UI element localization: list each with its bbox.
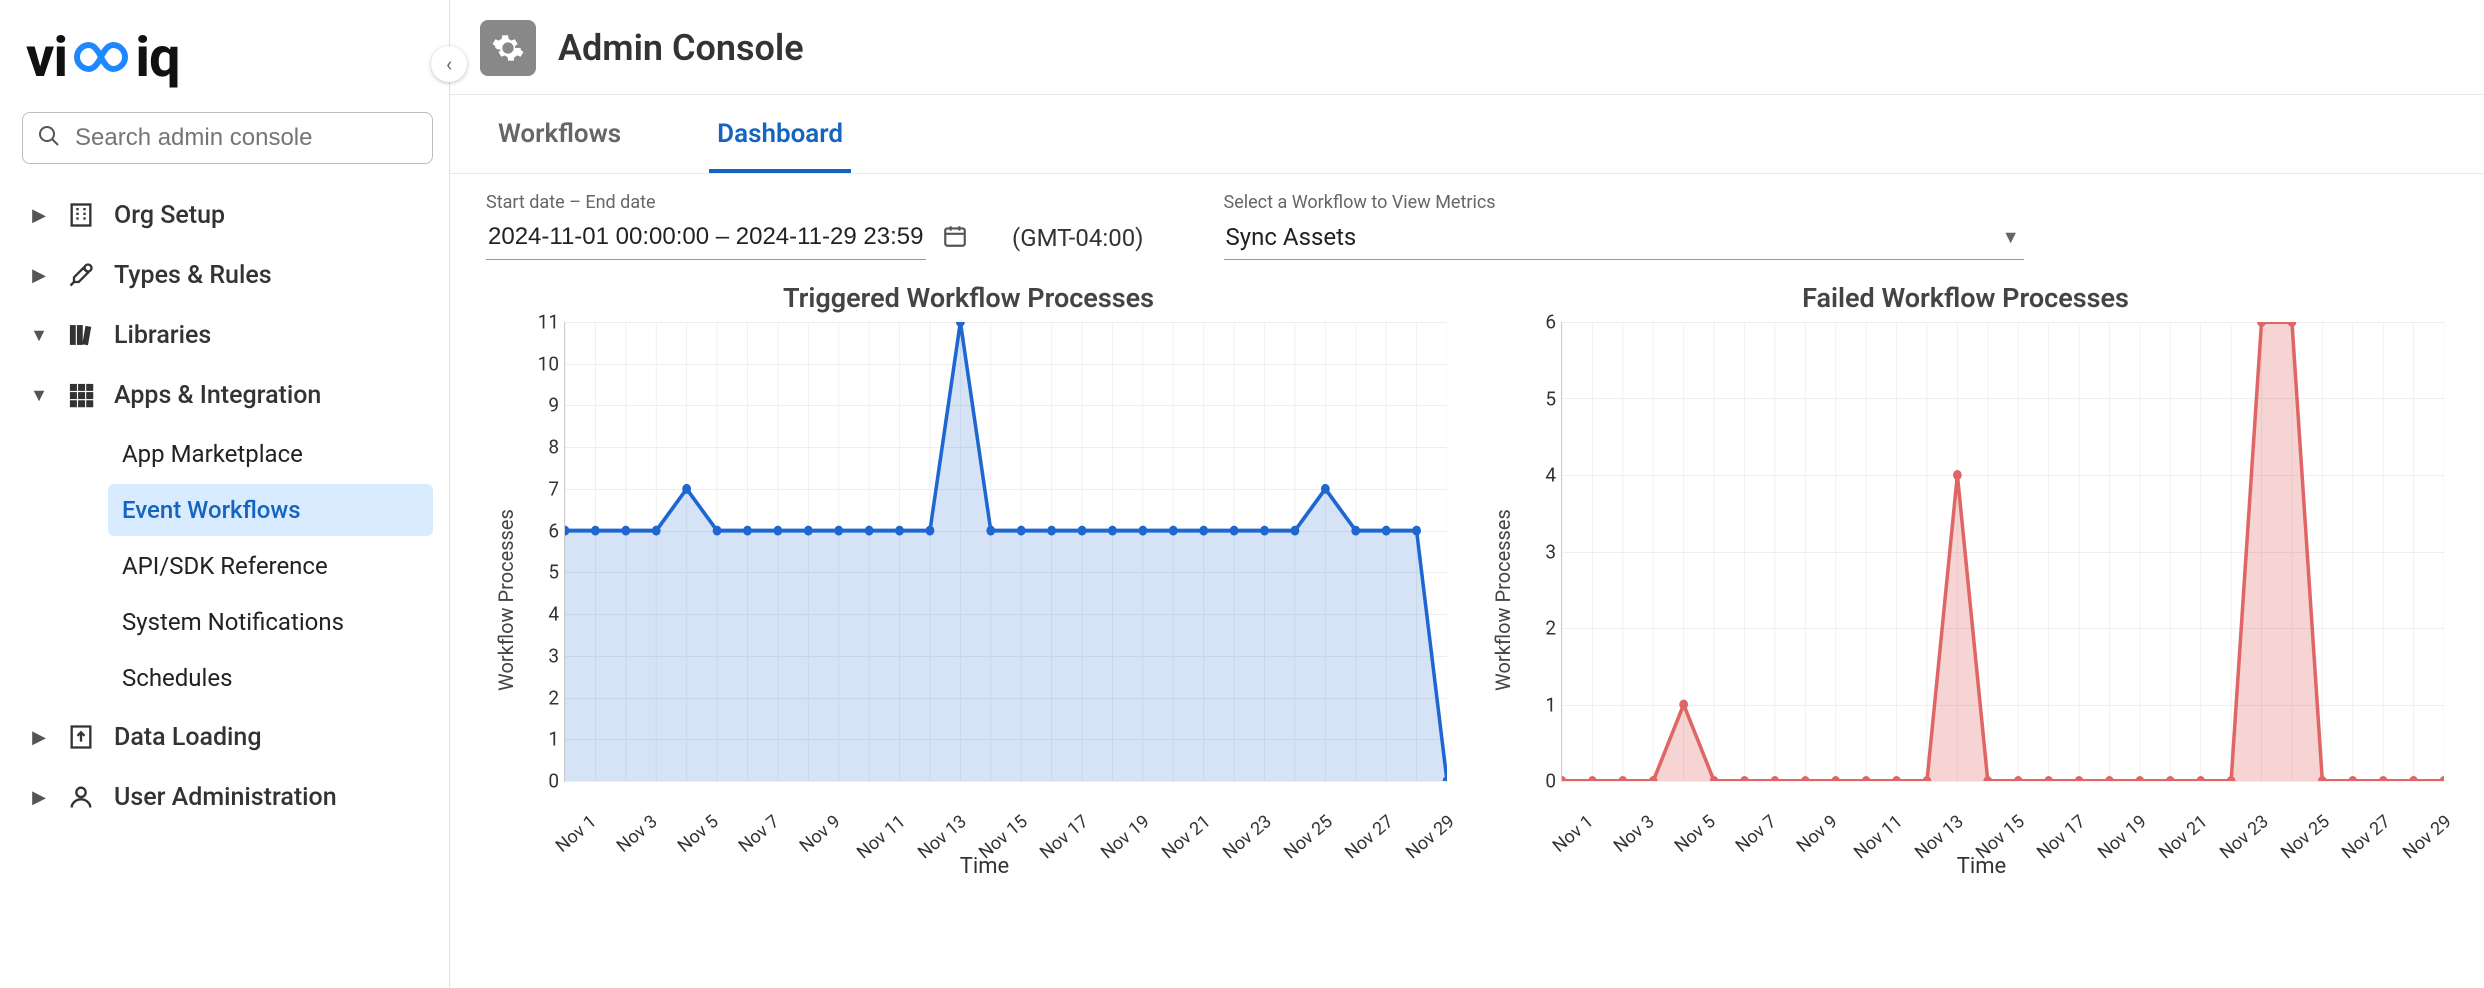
- y-tick: 9: [548, 394, 559, 417]
- sidebar-subitem-event-workflows[interactable]: Event Workflows: [108, 484, 433, 536]
- y-tick: 2: [1545, 617, 1556, 640]
- y-tick: 0: [548, 770, 559, 793]
- tab-dashboard[interactable]: Dashboard: [709, 95, 851, 173]
- page-title: Admin Console: [558, 27, 804, 69]
- sidebar-item-apps-integration[interactable]: ▼ Apps & Integration: [22, 368, 433, 422]
- page-header: Admin Console: [450, 0, 2484, 95]
- sidebar-subitem-notifications[interactable]: System Notifications: [108, 596, 433, 648]
- tab-workflows[interactable]: Workflows: [490, 95, 629, 173]
- charts-area: Triggered Workflow Processes Workflow Pro…: [450, 282, 2484, 899]
- collapse-sidebar-button[interactable]: ‹: [431, 46, 467, 82]
- chart-failed: Failed Workflow Processes Workflow Proces…: [1487, 282, 2444, 879]
- tab-bar: Workflows Dashboard: [450, 95, 2484, 174]
- filter-bar: Start date – End date (GMT-04:00) Select…: [450, 174, 2484, 282]
- sidebar-item-label: Data Loading: [114, 723, 262, 752]
- workflow-select-label: Select a Workflow to View Metrics: [1224, 192, 2024, 213]
- y-axis-label: Workflow Processes: [490, 322, 522, 879]
- upload-icon: [66, 722, 96, 752]
- y-tick: 1: [548, 728, 559, 751]
- y-tick: 3: [548, 644, 559, 667]
- x-tick: Nov 1: [1549, 811, 1598, 857]
- y-tick: 2: [548, 686, 559, 709]
- sidebar-item-user-admin[interactable]: ▶ User Administration: [22, 770, 433, 824]
- workflow-select-value: Sync Assets: [1226, 223, 1357, 251]
- app-root: ‹ vi iq ▶ Org Setup ▶: [0, 0, 2484, 988]
- sidebar-item-org-setup[interactable]: ▶ Org Setup: [22, 188, 433, 242]
- chevron-down-icon: ▼: [30, 385, 48, 406]
- main: Admin Console Workflows Dashboard Start …: [450, 0, 2484, 988]
- date-range-label: Start date – End date: [486, 192, 972, 213]
- workflow-select[interactable]: Sync Assets ▼: [1224, 217, 2024, 260]
- chevron-right-icon: ▶: [30, 727, 48, 748]
- date-range-input[interactable]: [486, 217, 926, 260]
- sidebar-subitem-marketplace[interactable]: App Marketplace: [108, 428, 433, 480]
- x-tick: Nov 1: [552, 811, 601, 857]
- apps-subnav: App Marketplace Event Workflows API/SDK …: [22, 428, 433, 704]
- y-tick: 6: [1545, 311, 1556, 334]
- chevron-right-icon: ▶: [30, 205, 48, 226]
- calendar-icon[interactable]: [938, 219, 972, 259]
- chevron-down-icon: ▼: [30, 325, 48, 346]
- y-tick: 5: [548, 561, 559, 584]
- tools-icon: [66, 260, 96, 290]
- primary-nav: ▶ Org Setup ▶ Types & Rules ▼ Libraries: [22, 188, 433, 824]
- x-tick: Nov 9: [1792, 811, 1841, 857]
- sidebar-item-data-loading[interactable]: ▶ Data Loading: [22, 710, 433, 764]
- sidebar-item-label: Org Setup: [114, 201, 225, 230]
- sidebar: ‹ vi iq ▶ Org Setup ▶: [0, 0, 450, 988]
- chart-triggered: Triggered Workflow Processes Workflow Pro…: [490, 282, 1447, 879]
- x-tick: Nov 3: [1610, 811, 1659, 857]
- search-icon: [37, 124, 73, 152]
- grid-icon: [66, 380, 96, 410]
- chart-plot[interactable]: 0123456: [1561, 322, 2444, 782]
- chevron-right-icon: ▶: [30, 787, 48, 808]
- sidebar-item-label: Types & Rules: [114, 261, 272, 290]
- y-axis-label: Workflow Processes: [1487, 322, 1519, 879]
- y-tick: 0: [1545, 770, 1556, 793]
- x-tick: Nov 5: [1670, 811, 1719, 857]
- y-tick: 8: [548, 436, 559, 459]
- x-tick: Nov 7: [734, 811, 783, 857]
- building-icon: [66, 200, 96, 230]
- y-tick: 7: [548, 477, 559, 500]
- x-tick: Nov 3: [613, 811, 662, 857]
- date-range-field: Start date – End date: [486, 192, 972, 260]
- user-icon: [66, 782, 96, 812]
- chevron-right-icon: ▶: [30, 265, 48, 286]
- y-tick: 10: [538, 352, 559, 375]
- chart-title: Triggered Workflow Processes: [490, 282, 1447, 314]
- books-icon: [66, 320, 96, 350]
- y-tick: 1: [1545, 693, 1556, 716]
- workflow-select-field: Select a Workflow to View Metrics Sync A…: [1224, 192, 2024, 260]
- y-tick: 11: [538, 311, 559, 334]
- x-tick: Nov 5: [673, 811, 722, 857]
- sidebar-subitem-api-sdk[interactable]: API/SDK Reference: [108, 540, 433, 592]
- y-tick: 4: [548, 603, 559, 626]
- brand-logo: vi iq: [22, 20, 433, 112]
- brand-text-2: iq: [135, 24, 179, 90]
- y-tick: 3: [1545, 540, 1556, 563]
- sidebar-item-label: Libraries: [114, 321, 211, 350]
- y-tick: 5: [1545, 387, 1556, 410]
- chevron-left-icon: ‹: [446, 52, 452, 76]
- search-input[interactable]: [73, 123, 418, 153]
- brand-text-1: vi: [26, 24, 67, 90]
- sidebar-item-types-rules[interactable]: ▶ Types & Rules: [22, 248, 433, 302]
- chart-title: Failed Workflow Processes: [1487, 282, 2444, 314]
- sidebar-subitem-schedules[interactable]: Schedules: [108, 652, 433, 704]
- search-box[interactable]: [22, 112, 433, 164]
- infinity-icon: [69, 24, 133, 90]
- y-tick: 6: [548, 519, 559, 542]
- chart-plot[interactable]: 01234567891011: [564, 322, 1447, 782]
- timezone-text: (GMT-04:00): [1012, 224, 1144, 260]
- sidebar-item-label: User Administration: [114, 783, 337, 812]
- sidebar-item-libraries[interactable]: ▼ Libraries: [22, 308, 433, 362]
- sidebar-item-label: Apps & Integration: [114, 381, 321, 410]
- y-tick: 4: [1545, 464, 1556, 487]
- chevron-down-icon: ▼: [2002, 227, 2020, 248]
- x-tick: Nov 7: [1731, 811, 1780, 857]
- gear-icon: [480, 20, 536, 76]
- x-tick: Nov 9: [795, 811, 844, 857]
